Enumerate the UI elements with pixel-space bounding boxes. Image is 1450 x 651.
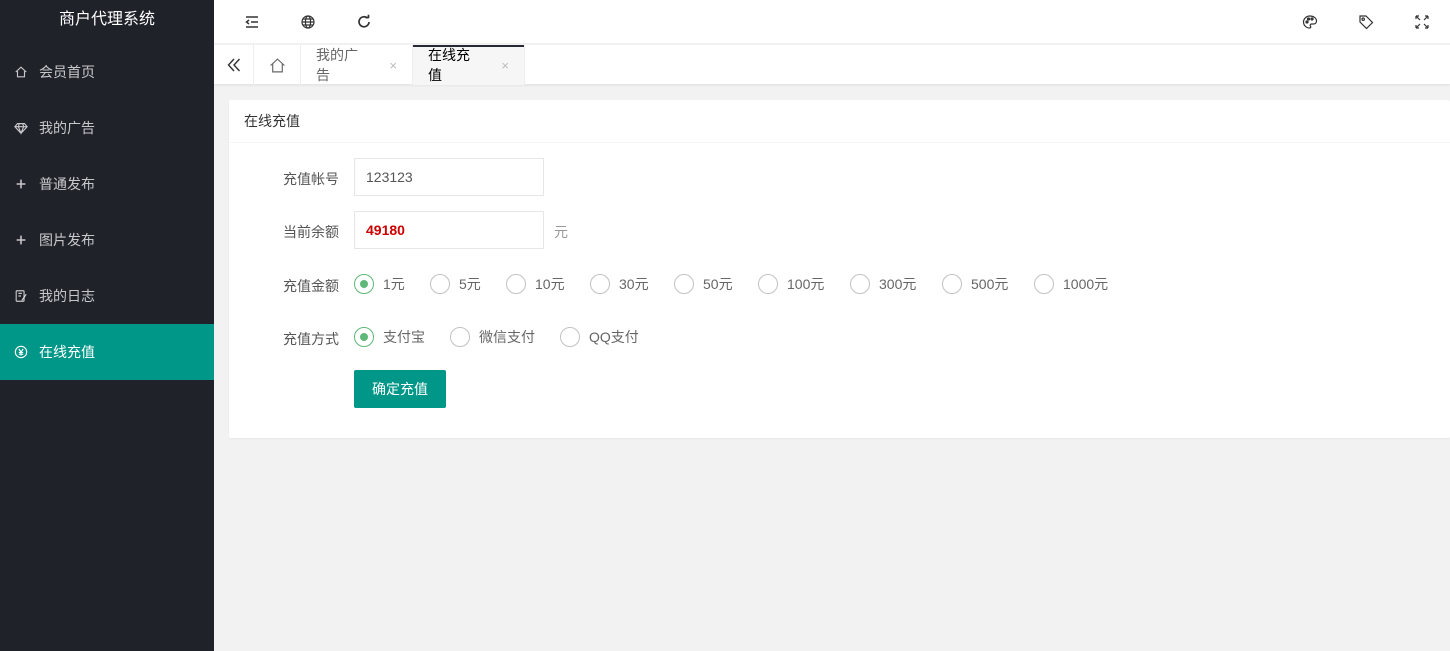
radio-label: 1元: [383, 276, 405, 292]
radio-circle[interactable]: [674, 274, 694, 294]
sidebar-item-label: 我的广告: [39, 120, 95, 136]
radio-label: 5元: [459, 276, 481, 292]
radio-circle[interactable]: [450, 327, 470, 347]
method-radio-alipay[interactable]: 支付宝: [354, 327, 425, 347]
account-field[interactable]: 123123: [354, 158, 544, 196]
radio-circle[interactable]: [430, 274, 450, 294]
amount-radio-1[interactable]: 1元: [354, 274, 405, 294]
radio-label: QQ支付: [589, 329, 639, 345]
radio-circle[interactable]: [560, 327, 580, 347]
sidebar: 商户代理系统 会员首页 我的广告 普通发布 图片发布 我的日志 在线充值: [0, 0, 214, 651]
menu-fold-icon[interactable]: [241, 11, 263, 33]
method-radio-wechat[interactable]: 微信支付: [450, 327, 535, 347]
palette-icon[interactable]: [1299, 11, 1321, 33]
diamond-icon: [13, 120, 29, 136]
radio-label: 支付宝: [383, 329, 425, 345]
radio-label: 300元: [879, 276, 917, 292]
sidebar-item-label: 在线充值: [39, 344, 95, 360]
plus-icon: [13, 176, 29, 192]
radio-circle[interactable]: [354, 274, 374, 294]
amount-radio-10[interactable]: 10元: [506, 274, 565, 294]
tab-my-ads[interactable]: 我的广告 ×: [301, 45, 413, 85]
tabs-scroll-left-button[interactable]: [214, 45, 254, 85]
tag-icon[interactable]: [1355, 11, 1377, 33]
sidebar-item-label: 图片发布: [39, 232, 95, 248]
tabs-bar: 我的广告 × 在线充值 ×: [214, 45, 1450, 85]
method-label: 充值方式: [283, 331, 339, 347]
amount-label: 充值金额: [283, 278, 339, 294]
radio-label: 30元: [619, 276, 649, 292]
sidebar-item-online-recharge[interactable]: 在线充值: [0, 324, 214, 380]
amount-radio-30[interactable]: 30元: [590, 274, 649, 294]
radio-circle[interactable]: [1034, 274, 1054, 294]
sidebar-item-member-home[interactable]: 会员首页: [0, 44, 214, 100]
recharge-card: 在线充值 充值帐号 123123 当前余额 49180 元 充值金额 1元 5元…: [229, 100, 1450, 438]
balance-unit: 元: [554, 224, 568, 240]
confirm-recharge-button[interactable]: 确定充值: [354, 370, 446, 408]
card-title: 在线充值: [229, 100, 1450, 143]
refresh-icon[interactable]: [353, 11, 375, 33]
amount-radio-100[interactable]: 100元: [758, 274, 824, 294]
fullscreen-icon[interactable]: [1411, 11, 1433, 33]
double-chevron-left-icon: [227, 58, 240, 72]
sidebar-item-label: 我的日志: [39, 288, 95, 304]
balance-field[interactable]: 49180: [354, 211, 544, 249]
close-icon[interactable]: ×: [389, 58, 397, 73]
method-radio-qq[interactable]: QQ支付: [560, 327, 639, 347]
radio-circle[interactable]: [590, 274, 610, 294]
radio-label: 50元: [703, 276, 733, 292]
log-icon: [13, 288, 29, 304]
tab-label: 我的广告: [316, 47, 358, 83]
radio-circle[interactable]: [758, 274, 778, 294]
plus-icon: [13, 232, 29, 248]
tab-online-recharge[interactable]: 在线充值 ×: [413, 45, 525, 85]
radio-label: 100元: [787, 276, 825, 292]
app-title: 商户代理系统: [58, 11, 155, 28]
radio-label: 1000元: [1063, 276, 1109, 292]
radio-circle[interactable]: [942, 274, 962, 294]
sidebar-item-my-ads[interactable]: 我的广告: [0, 100, 214, 156]
globe-icon[interactable]: [297, 11, 319, 33]
radio-label: 微信支付: [479, 329, 535, 345]
account-label: 充值帐号: [283, 171, 339, 187]
tab-home[interactable]: [254, 45, 301, 85]
amount-radio-5[interactable]: 5元: [430, 274, 481, 294]
sidebar-item-normal-publish[interactable]: 普通发布: [0, 156, 214, 212]
sidebar-item-label: 会员首页: [39, 64, 95, 80]
sidebar-item-image-publish[interactable]: 图片发布: [0, 212, 214, 268]
amount-radio-500[interactable]: 500元: [942, 274, 1008, 294]
radio-label: 500元: [971, 276, 1009, 292]
radio-circle[interactable]: [354, 327, 374, 347]
home-icon: [269, 57, 285, 72]
top-header: [214, 0, 1450, 44]
amount-radio-300[interactable]: 300元: [850, 274, 916, 294]
radio-circle[interactable]: [506, 274, 526, 294]
close-icon[interactable]: ×: [501, 58, 509, 73]
balance-label: 当前余额: [283, 224, 339, 240]
home-icon: [13, 64, 29, 80]
radio-circle[interactable]: [850, 274, 870, 294]
sidebar-item-label: 普通发布: [39, 176, 95, 192]
radio-label: 10元: [535, 276, 565, 292]
sidebar-item-my-logs[interactable]: 我的日志: [0, 268, 214, 324]
tab-label: 在线充值: [428, 47, 470, 83]
yen-icon: [13, 344, 29, 360]
amount-radio-50[interactable]: 50元: [674, 274, 733, 294]
amount-radio-1000[interactable]: 1000元: [1034, 274, 1108, 294]
